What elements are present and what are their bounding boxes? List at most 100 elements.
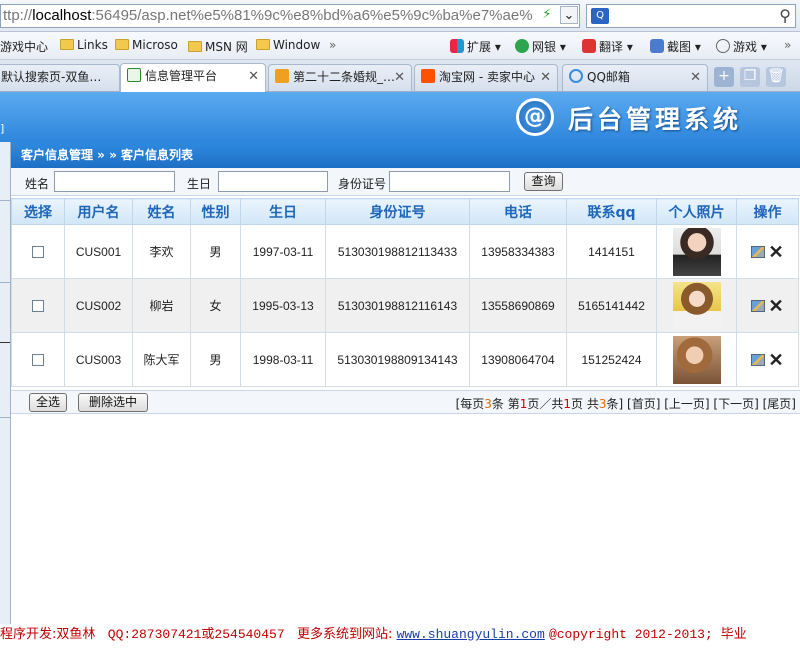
query-button[interactable]: 查询 bbox=[524, 172, 563, 191]
customer-table: 选择 用户名 姓名 性别 生日 身份证号 电话 联系qq 个人照片 操作 CUS… bbox=[11, 198, 799, 387]
idcard-input[interactable] bbox=[389, 171, 510, 192]
footer: 程序开发:双鱼林 QQ:287307421或254540457 更多系统到网站:… bbox=[0, 624, 800, 649]
col-phone: 电话 bbox=[469, 198, 567, 225]
tab-info-platform[interactable]: 信息管理平台 ✕ bbox=[120, 63, 266, 92]
sidebar bbox=[0, 142, 11, 624]
username-cell: CUS001 bbox=[64, 224, 133, 279]
table-header-row: 选择 用户名 姓名 性别 生日 身份证号 电话 联系qq 个人照片 操作 bbox=[11, 198, 799, 225]
username-cell: CUS003 bbox=[64, 332, 133, 387]
tool-games[interactable]: 游戏 ▾ bbox=[716, 38, 767, 55]
folder-icon bbox=[188, 41, 202, 52]
bookmark-links[interactable]: Links bbox=[60, 38, 108, 52]
tool-screenshot[interactable]: 截图 ▾ bbox=[650, 38, 701, 55]
tools-more-button[interactable]: » bbox=[784, 38, 791, 52]
select-all-button[interactable]: 全选 bbox=[29, 393, 67, 412]
gamepad-icon bbox=[716, 39, 730, 53]
bookmark-microsoft[interactable]: Microso bbox=[115, 38, 178, 52]
qq-cell: 1414151 bbox=[566, 224, 657, 279]
tool-translate[interactable]: 翻译 ▾ bbox=[582, 38, 633, 55]
col-select: 选择 bbox=[11, 198, 65, 225]
first-page-link[interactable]: [首页] bbox=[627, 397, 660, 411]
col-idcard: 身份证号 bbox=[325, 198, 470, 225]
search-form: 姓名 生日 身份证号 查询 bbox=[11, 168, 800, 196]
edit-icon[interactable] bbox=[751, 353, 766, 366]
footer-site-link[interactable]: www.shuangyulin.com bbox=[397, 627, 545, 642]
idcard-cell: 513030198812116143 bbox=[325, 278, 470, 333]
shield-icon bbox=[515, 39, 529, 53]
new-tab-icon[interactable]: + bbox=[714, 67, 734, 87]
restore-tab-icon[interactable]: ❐ bbox=[740, 67, 760, 87]
delete-selected-button[interactable]: 删除选中 bbox=[78, 393, 148, 412]
phone-cell: 13558690869 bbox=[469, 278, 567, 333]
tab-default-search[interactable]: 默认搜索页-双鱼… bbox=[0, 64, 120, 91]
delete-icon[interactable]: ✕ bbox=[768, 297, 783, 315]
folder-icon bbox=[256, 39, 270, 50]
tab-label: QQ邮箱 bbox=[587, 70, 630, 84]
next-page-link[interactable]: [下一页] bbox=[713, 397, 758, 411]
prev-page-link[interactable]: [上一页] bbox=[664, 397, 709, 411]
tab-label: 默认搜索页-双鱼… bbox=[1, 70, 102, 84]
edit-icon[interactable] bbox=[751, 299, 766, 312]
row-checkbox[interactable] bbox=[32, 354, 44, 367]
lightning-icon[interactable]: ⚡ bbox=[538, 6, 556, 24]
address-path: :56495/asp.net%e5%81%9c%e8%bd%a6%e5%9c%b… bbox=[91, 7, 533, 24]
address-prefix: ttp:// bbox=[3, 7, 33, 24]
taobao-icon bbox=[421, 69, 435, 83]
last-page-link[interactable]: [尾页] bbox=[763, 397, 796, 411]
pager-bar: 全选 删除选中 [每页3条 第1页／共1页 共3条] [首页] [上一页] [下… bbox=[11, 390, 800, 414]
per-page-count: 3 bbox=[484, 397, 492, 411]
table-row: CUS001 李欢 男 1997-03-11 51303019881211343… bbox=[11, 224, 799, 279]
customer-photo bbox=[672, 335, 721, 384]
name-input[interactable] bbox=[54, 171, 175, 192]
birthday-input[interactable] bbox=[218, 171, 328, 192]
app-header: ] @ 后台管理系统 bbox=[0, 92, 800, 142]
header-left-mark: ] bbox=[0, 122, 5, 135]
idcard-label: 身份证号 bbox=[338, 177, 387, 191]
search-icon[interactable]: ⚲ bbox=[779, 6, 791, 25]
close-icon[interactable]: ✕ bbox=[248, 64, 259, 89]
name-cell: 柳岩 bbox=[132, 278, 191, 333]
col-name: 姓名 bbox=[132, 198, 191, 225]
chevron-down-icon[interactable]: ⌄ bbox=[560, 6, 578, 24]
tab-taobao-seller[interactable]: 淘宝网 - 卖家中心 ✕ bbox=[414, 64, 558, 91]
table-row: CUS003 陈大军 男 1998-03-11 5130301988091341… bbox=[11, 332, 799, 387]
idcard-cell: 513030198809134143 bbox=[325, 332, 470, 387]
delete-icon[interactable]: ✕ bbox=[768, 351, 783, 369]
qq-cell: 5165141442 bbox=[566, 278, 657, 333]
delete-icon[interactable]: ✕ bbox=[768, 243, 783, 261]
bookmarks-more-button[interactable]: » bbox=[329, 38, 336, 52]
edit-icon[interactable] bbox=[751, 245, 766, 258]
address-bar[interactable]: ttp://localhost:56495/asp.net%e5%81%9c%e… bbox=[0, 4, 580, 28]
tab-marriage-rules[interactable]: 第二十二条婚规_… ✕ bbox=[268, 64, 412, 91]
page-icon bbox=[127, 68, 141, 82]
idcard-cell: 513030198812113433 bbox=[325, 224, 470, 279]
search-engine-icon[interactable]: Q bbox=[591, 8, 609, 24]
birthday-cell: 1995-03-13 bbox=[240, 278, 326, 333]
bookmark-game-center[interactable]: 游戏中心 bbox=[0, 38, 48, 55]
close-icon[interactable]: ✕ bbox=[540, 65, 551, 90]
bookmarks-bar: 游戏中心 Links Microso MSN 网 Window » 扩展 ▾ 网… bbox=[0, 32, 800, 60]
bookmark-msn[interactable]: MSN 网 bbox=[188, 38, 248, 55]
address-bar-row: ttp://localhost:56495/asp.net%e5%81%9c%e… bbox=[0, 0, 800, 32]
row-checkbox[interactable] bbox=[32, 246, 44, 259]
tab-strip: 默认搜索页-双鱼… 信息管理平台 ✕ 第二十二条婚规_… ✕ 淘宝网 - 卖家中… bbox=[0, 60, 800, 92]
close-icon[interactable]: ✕ bbox=[394, 65, 405, 90]
username-cell: CUS002 bbox=[64, 278, 133, 333]
name-label: 姓名 bbox=[25, 177, 50, 191]
tool-extensions[interactable]: 扩展 ▾ bbox=[450, 38, 501, 55]
tab-label: 第二十二条婚规_… bbox=[293, 70, 396, 84]
system-title: 后台管理系统 bbox=[568, 105, 743, 134]
tool-netbank[interactable]: 网银 ▾ bbox=[515, 38, 566, 55]
scissors-icon bbox=[650, 39, 664, 53]
footer-more: 更多系统到网站: bbox=[297, 627, 393, 642]
birthday-label: 生日 bbox=[187, 177, 212, 191]
search-box[interactable]: Q ⚲ bbox=[586, 4, 796, 28]
tab-qq-mail[interactable]: QQ邮箱 ✕ bbox=[562, 64, 708, 91]
tab-label: 信息管理平台 bbox=[145, 69, 218, 83]
row-checkbox[interactable] bbox=[32, 300, 44, 313]
birthday-cell: 1997-03-11 bbox=[240, 224, 326, 279]
folder-icon bbox=[115, 39, 129, 50]
trash-icon[interactable]: 🗑 bbox=[766, 67, 786, 87]
bookmark-windows[interactable]: Window bbox=[256, 38, 320, 52]
close-icon[interactable]: ✕ bbox=[690, 65, 701, 90]
